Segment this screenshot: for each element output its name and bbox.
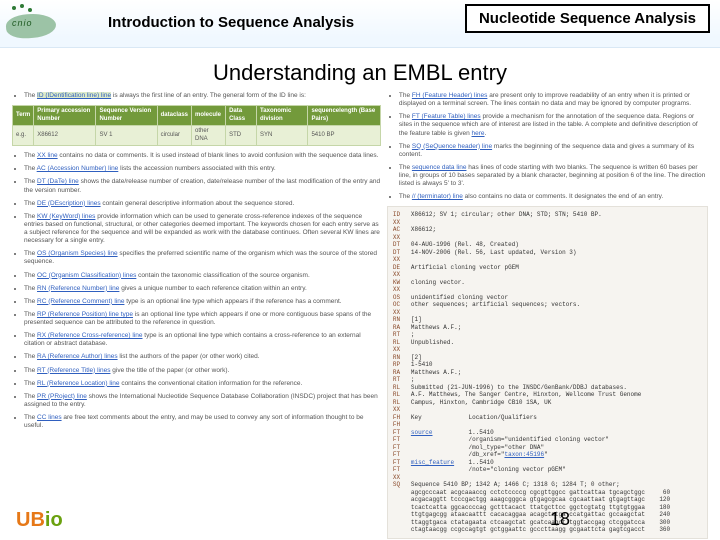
list-item: The PR (PRoject) line shows the Internat… [24, 393, 381, 409]
slide-header: cnio Introduction to Sequence Analysis N… [0, 0, 720, 48]
table-header: molecule [192, 106, 226, 126]
left-column: The ID (IDentification line) line is alw… [12, 92, 381, 539]
table-cell: 5410 BP [308, 126, 380, 146]
slide-body: The ID (IDentification line) line is alw… [0, 86, 720, 539]
table-header: Data Class [226, 106, 257, 126]
page-number: 18 [550, 509, 570, 530]
table-header: Primary accession Number [34, 106, 96, 126]
list-item: The AC (Accession Number) line lists the… [24, 165, 381, 173]
table-header: dataclass [157, 106, 191, 126]
list-item: The RX (Reference Cross-reference) line … [24, 332, 381, 348]
slide: cnio Introduction to Sequence Analysis N… [0, 0, 720, 540]
table-header: Sequence Version Number [96, 106, 157, 126]
list-item: The OC (Organism Classification) lines c… [24, 272, 381, 280]
list-item: The sequence data line has lines of code… [399, 164, 708, 188]
table-cell: other DNA [192, 126, 226, 146]
list-item: The DE (DEscription) lines contain gener… [24, 200, 381, 208]
intro-bullet: The ID (IDentification line) line is alw… [24, 92, 381, 100]
table-cell: SV 1 [96, 126, 157, 146]
list-item: The OS (Organism Species) line specifies… [24, 250, 381, 266]
page-title: Understanding an EMBL entry [0, 60, 720, 86]
chapter-title: Nucleotide Sequence Analysis [465, 4, 710, 33]
right-bullet-list: The FH (Feature Header) lines are presen… [387, 92, 708, 201]
table-cell: circular [157, 126, 191, 146]
table-header: Term [13, 106, 34, 126]
list-item: The RT (Reference Title) lines give the … [24, 367, 381, 375]
cnio-logo: cnio [6, 2, 58, 42]
list-item: The FT (Feature Table) lines provide a m… [399, 113, 708, 137]
course-title: Introduction to Sequence Analysis [108, 14, 354, 31]
list-item: The RA (Reference Author) lines list the… [24, 353, 381, 361]
right-column: The FH (Feature Header) lines are presen… [387, 92, 708, 539]
list-item: The CC lines are free text comments abou… [24, 414, 381, 430]
list-item: The RL (Reference Location) line contain… [24, 380, 381, 388]
embl-flatfile-example: ID X86612; SV 1; circular; other DNA; ST… [387, 206, 708, 539]
id-field-table: TermPrimary accession NumberSequence Ver… [12, 105, 381, 146]
ubio-logo: UBio [16, 509, 63, 532]
list-item: The // (terminator) line also contains n… [399, 193, 708, 201]
list-item: The DT (DaTe) line shows the date/releas… [24, 178, 381, 194]
list-item: The XX line contains no data or comments… [24, 152, 381, 160]
list-item: The RC (Reference Comment) line type is … [24, 298, 381, 306]
cnio-logo-text: cnio [12, 18, 33, 28]
table-cell: X86612 [34, 126, 96, 146]
list-item: The SQ (SeQuence header) line marks the … [399, 143, 708, 159]
table-header: sequencelength (Base Pairs) [308, 106, 380, 126]
table-header: Taxonomic division [257, 106, 308, 126]
left-bullet-list: The XX line contains no data or comments… [12, 152, 381, 430]
list-item: The RP (Reference Position) line type is… [24, 311, 381, 327]
list-item: The FH (Feature Header) lines are presen… [399, 92, 708, 108]
table-cell: SYN [257, 126, 308, 146]
list-item: The RN (Reference Number) line gives a u… [24, 285, 381, 293]
table-cell: STD [226, 126, 257, 146]
list-item: The KW (KeyWord) lines provide informati… [24, 213, 381, 246]
